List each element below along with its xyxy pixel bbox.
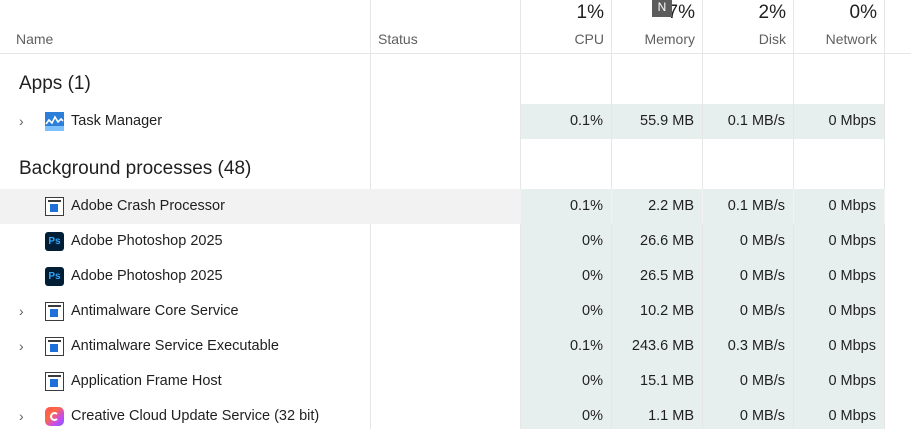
group-heading-apps: Apps (1) [19, 73, 91, 94]
memory-cell: 55.9 MB [612, 104, 702, 139]
table-row[interactable]: Ps Adobe Photoshop 2025 0% 26.6 MB 0 MB/… [0, 224, 885, 259]
cpu-cell: 0% [521, 224, 611, 259]
column-header-status[interactable]: Status [378, 31, 418, 47]
cpu-cell: 0% [521, 399, 611, 429]
cpu-cell: 0% [521, 364, 611, 399]
cpu-cell: 0.1% [521, 104, 611, 139]
memory-cell: 15.1 MB [612, 364, 702, 399]
column-header-name[interactable]: Name [16, 31, 53, 47]
task-manager-icon [45, 112, 64, 131]
memory-cell: 10.2 MB [612, 294, 702, 329]
process-name: Application Frame Host [71, 373, 222, 389]
memory-column-label: Memory [644, 31, 695, 47]
memory-cell: 2.2 MB [612, 189, 702, 224]
process-name: Adobe Photoshop 2025 [71, 268, 223, 284]
disk-cell: 0.3 MB/s [703, 329, 793, 364]
process-name: Task Manager [71, 113, 163, 129]
memory-cell: 1.1 MB [612, 399, 702, 429]
disk-cell: 0 MB/s [703, 224, 793, 259]
disk-cell: 0 MB/s [703, 364, 793, 399]
table-row[interactable]: Adobe Crash Processor 0.1% 2.2 MB 0.1 MB… [0, 189, 885, 224]
expand-chevron-icon[interactable]: › [19, 407, 31, 425]
process-name: Antimalware Service Executable [71, 338, 279, 354]
column-header-network[interactable]: 0% Network [794, 0, 885, 52]
creative-cloud-icon [45, 407, 64, 426]
table-row[interactable]: › Antimalware Service Executable 0.1% 24… [0, 329, 885, 364]
expand-chevron-icon[interactable]: › [19, 337, 31, 355]
disk-column-label: Disk [758, 31, 786, 47]
cpu-total-percent: 1% [576, 2, 604, 23]
table-row[interactable]: › Creative Cloud Update Service (32 bit)… [0, 399, 885, 429]
header-divider [0, 53, 911, 54]
table-row[interactable]: Application Frame Host 0% 15.1 MB 0 MB/s… [0, 364, 885, 399]
network-cell: 0 Mbps [794, 259, 884, 294]
app-window-icon [45, 337, 64, 356]
table-row[interactable]: Ps Adobe Photoshop 2025 0% 26.5 MB 0 MB/… [0, 259, 885, 294]
memory-cell: 26.6 MB [612, 224, 702, 259]
cpu-cell: 0.1% [521, 189, 611, 224]
network-cell: 0 Mbps [794, 224, 884, 259]
network-total-percent: 0% [849, 2, 877, 23]
disk-cell: 0 MB/s [703, 399, 793, 429]
process-name: Adobe Crash Processor [71, 198, 225, 214]
expand-chevron-icon[interactable]: › [19, 302, 31, 320]
expand-chevron-icon[interactable]: › [19, 112, 31, 130]
memory-cell: 26.5 MB [612, 259, 702, 294]
table-row[interactable]: › Task Manager 0.1% 55.9 MB 0.1 MB/s 0 M… [0, 104, 885, 139]
network-cell: 0 Mbps [794, 364, 884, 399]
disk-cell: 0.1 MB/s [703, 189, 793, 224]
cpu-cell: 0.1% [521, 329, 611, 364]
disk-total-percent: 2% [758, 2, 786, 23]
cpu-column-label: CPU [574, 31, 604, 47]
network-cell: 0 Mbps [794, 104, 884, 139]
cpu-cell: 0% [521, 259, 611, 294]
sort-chevron-icon[interactable]: ^ [170, 0, 177, 9]
disk-cell: 0.1 MB/s [703, 104, 793, 139]
network-cell: 0 Mbps [794, 294, 884, 329]
disk-cell: 0 MB/s [703, 294, 793, 329]
network-cell: 0 Mbps [794, 399, 884, 429]
network-cell: 0 Mbps [794, 329, 884, 364]
tooltip-badge: N [652, 0, 672, 17]
process-name: Creative Cloud Update Service (32 bit) [71, 408, 320, 424]
group-heading-background-processes: Background processes (48) [19, 158, 252, 179]
column-header-disk[interactable]: 2% Disk [703, 0, 794, 52]
cpu-cell: 0% [521, 294, 611, 329]
disk-cell: 0 MB/s [703, 259, 793, 294]
process-name: Adobe Photoshop 2025 [71, 233, 223, 249]
app-window-icon [45, 197, 64, 216]
memory-cell: 243.6 MB [612, 329, 702, 364]
photoshop-icon: Ps [45, 267, 64, 286]
app-window-icon [45, 372, 64, 391]
process-name: Antimalware Core Service [71, 303, 239, 319]
photoshop-icon: Ps [45, 232, 64, 251]
network-cell: 0 Mbps [794, 189, 884, 224]
table-row[interactable]: › Antimalware Core Service 0% 10.2 MB 0 … [0, 294, 885, 329]
column-header-cpu[interactable]: 1% CPU [521, 0, 612, 52]
network-column-label: Network [825, 31, 877, 47]
app-window-icon [45, 302, 64, 321]
